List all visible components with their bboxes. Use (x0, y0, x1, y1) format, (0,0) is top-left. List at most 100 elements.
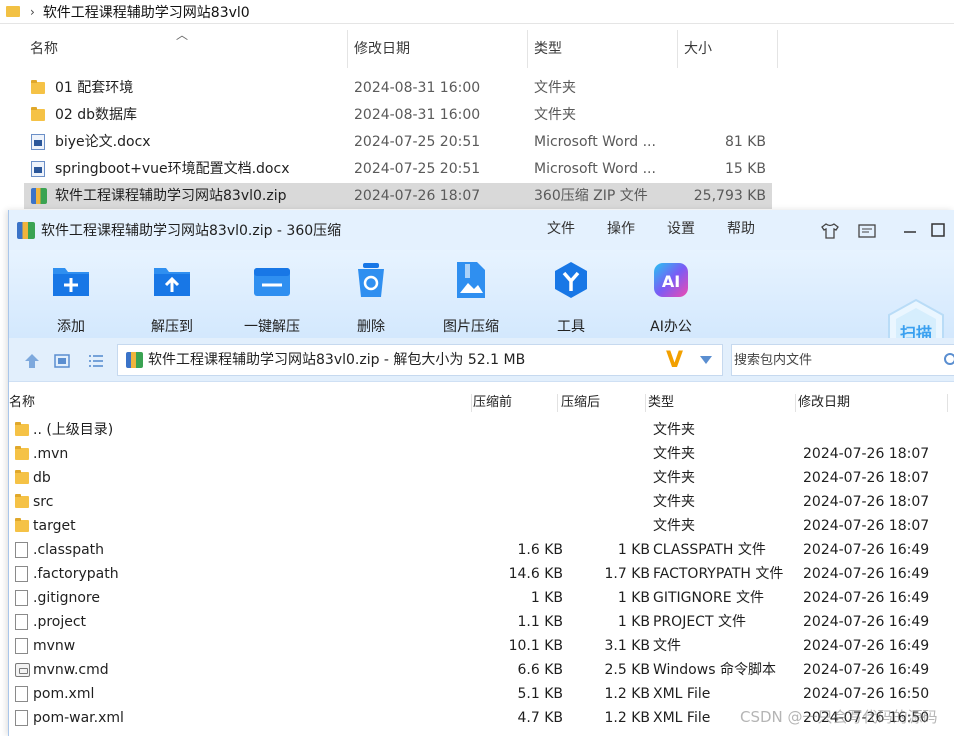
search-icon[interactable] (944, 353, 954, 365)
address-bar[interactable]: › 软件工程课程辅助学习网站83vl0 (0, 0, 954, 24)
zip-archive-icon (31, 188, 47, 204)
search-box[interactable] (731, 344, 954, 376)
modified-date: 2024-07-26 18:07 (803, 518, 930, 534)
modified-date: 2024-07-26 16:49 (803, 662, 930, 678)
file-name: springboot+vue环境配置文档.docx (55, 161, 290, 177)
modified-date: 2024-07-26 18:07 (803, 494, 930, 510)
vip-icon[interactable]: V (666, 348, 683, 373)
menu-file[interactable]: 文件 (547, 210, 575, 248)
archive-row[interactable]: mvnw.cmd 6.6 KB 2.5 KB Windows 命令脚本 2024-07-… (9, 658, 954, 682)
tools-button[interactable]: 工具 (536, 260, 606, 338)
file-name: db (33, 470, 51, 486)
file-name: 02 db数据库 (55, 107, 138, 123)
file-type: FACTORYPATH 文件 (653, 566, 784, 582)
up-level-icon[interactable] (23, 352, 41, 370)
search-input[interactable] (732, 345, 932, 375)
ai-office-icon: AI (654, 263, 688, 297)
image-compress-label: 图片压缩 (443, 319, 499, 335)
folder-icon (6, 6, 20, 17)
maximize-icon[interactable] (929, 221, 949, 241)
file-size: 25,793 KB (693, 188, 766, 204)
archive-row[interactable]: mvnw 10.1 KB 3.1 KB 文件 2024-07-26 16:49 (9, 634, 954, 658)
file-size: 15 KB (724, 161, 766, 177)
original-size: 1.6 KB (517, 542, 564, 558)
archive-row[interactable]: pom.xml 5.1 KB 1.2 KB XML File 2024-07-26 16… (9, 682, 954, 706)
column-size[interactable]: 大小 (678, 30, 778, 68)
row-icon (15, 662, 31, 678)
modified-date: 2024-07-26 18:07 (803, 446, 930, 462)
explorer-row[interactable]: 软件工程课程辅助学习网站83vl0.zip 2024-07-26 18:07 360… (24, 183, 772, 209)
one-click-extract-label: 一键解压 (244, 319, 300, 335)
list-view-icon[interactable] (87, 352, 105, 370)
thumbnail-view-icon[interactable] (53, 352, 71, 370)
folder-icon (15, 422, 29, 436)
column-compressed-size[interactable]: 压缩后 (561, 391, 600, 415)
archive-row[interactable]: .mvn 文件夹 2024-07-26 18:07 (9, 442, 954, 466)
archive-column-header: 名称 压缩前 压缩后 类型 修改日期 (9, 391, 954, 415)
archive-row[interactable]: .project 1.1 KB 1 KB PROJECT 文件 2024-07-26 1… (9, 610, 954, 634)
modified-date: 2024-07-26 16:49 (803, 614, 930, 630)
column-type[interactable]: 类型 (648, 391, 674, 415)
skin-shirt-icon[interactable] (820, 221, 840, 241)
original-size: 5.1 KB (517, 686, 564, 702)
file-type: 360压缩 ZIP 文件 (534, 188, 648, 204)
title-bar[interactable]: 软件工程课程辅助学习网站83vl0.zip - 360压缩 文件 操作 设置 帮… (9, 210, 954, 250)
file-name: .mvn (33, 446, 69, 462)
file-type: 文件夹 (653, 446, 695, 462)
column-date[interactable]: 修改日期 (348, 30, 528, 68)
column-original-size[interactable]: 压缩前 (473, 391, 512, 415)
explorer-row[interactable]: biye论文.docx 2024-07-25 20:51 Microsoft Wor… (24, 129, 772, 155)
svg-text:AI: AI (662, 272, 680, 291)
file-name: mvnw.cmd (33, 662, 109, 678)
archive-row[interactable]: .classpath 1.6 KB 1 KB CLASSPATH 文件 2024-07-… (9, 538, 954, 562)
row-icon (15, 422, 31, 438)
column-modified-date[interactable]: 修改日期 (798, 391, 850, 415)
chevron-down-icon[interactable] (700, 356, 712, 364)
row-icon (15, 566, 31, 582)
feedback-icon[interactable] (857, 221, 877, 241)
original-size: 4.7 KB (517, 710, 564, 726)
explorer-row[interactable]: springboot+vue环境配置文档.docx 2024-07-25 20:5… (24, 156, 772, 182)
archive-row[interactable]: .gitignore 1 KB 1 KB GITIGNORE 文件 2024-07-26… (9, 586, 954, 610)
file-name: src (33, 494, 54, 510)
menu-help[interactable]: 帮助 (727, 210, 755, 248)
archive-row[interactable]: src 文件夹 2024-07-26 18:07 (9, 490, 954, 514)
delete-icon (358, 263, 384, 297)
extract-to-button[interactable]: 解压到 (137, 260, 207, 338)
explorer-row[interactable]: 02 db数据库 2024-08-31 16:00 文件夹 (24, 102, 772, 128)
minimize-icon[interactable] (901, 221, 921, 241)
file-icon (15, 686, 28, 702)
menu-operate[interactable]: 操作 (607, 210, 635, 248)
file-icon (15, 566, 28, 582)
column-name[interactable]: 名称 (9, 391, 35, 415)
archive-row[interactable]: db 文件夹 2024-07-26 18:07 (9, 466, 954, 490)
explorer-row[interactable]: 01 配套环境 2024-08-31 16:00 文件夹 (24, 75, 772, 101)
ai-office-button[interactable]: AI AI办公 (636, 260, 706, 338)
add-button[interactable]: 添加 (36, 260, 106, 338)
tools-icon (555, 262, 587, 298)
chevron-right-icon[interactable]: › (30, 5, 35, 19)
delete-button[interactable]: 删除 (336, 260, 406, 338)
row-icon (15, 470, 31, 486)
archive-row[interactable]: target 文件夹 2024-07-26 18:07 (9, 514, 954, 538)
menu-settings[interactable]: 设置 (667, 210, 695, 248)
archive-path-field[interactable]: 软件工程课程辅助学习网站83vl0.zip - 解包大小为 52.1 MB V (117, 344, 723, 376)
one-click-extract-button[interactable]: 一键解压 (237, 260, 307, 338)
row-icon (31, 161, 47, 177)
file-type: PROJECT 文件 (653, 614, 746, 630)
modified-date: 2024-07-25 20:51 (354, 134, 481, 150)
image-compress-button[interactable]: 图片压缩 (436, 260, 506, 338)
archive-row[interactable]: .. (上级目录) 文件夹 (9, 418, 954, 442)
file-type: GITIGNORE 文件 (653, 590, 765, 606)
row-icon (15, 542, 31, 558)
row-icon (15, 614, 31, 630)
archive-row[interactable]: .factorypath 14.6 KB 1.7 KB FACTORYPATH 文件 2… (9, 562, 954, 586)
zip-window: 软件工程课程辅助学习网站83vl0.zip - 360压缩 文件 操作 设置 帮… (8, 210, 954, 736)
file-explorer: › 软件工程课程辅助学习网站83vl0 名称 ︿ 修改日期 类型 大小 01 配… (0, 0, 954, 212)
column-type[interactable]: 类型 (528, 30, 678, 68)
file-type: 文件夹 (534, 107, 576, 123)
breadcrumb[interactable]: 软件工程课程辅助学习网站83vl0 (43, 2, 250, 22)
app-logo-icon (17, 222, 35, 239)
modified-date: 2024-08-31 16:00 (354, 80, 481, 96)
delete-label: 删除 (357, 319, 385, 335)
